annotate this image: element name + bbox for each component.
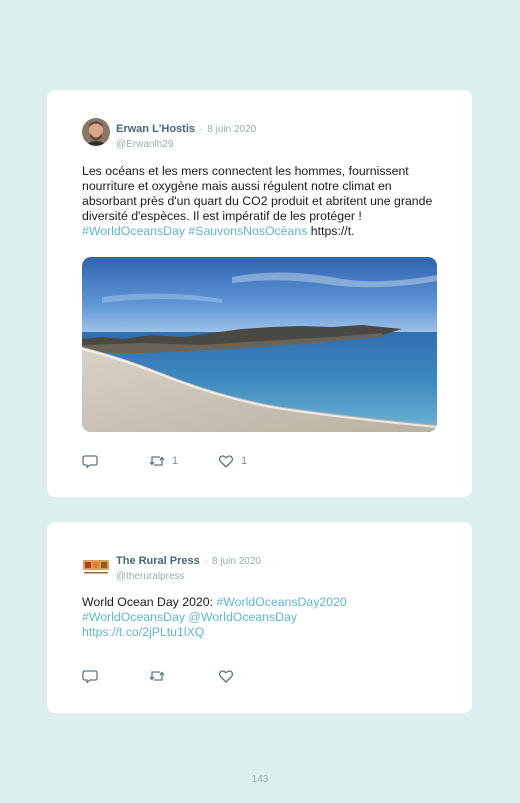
retweet-button[interactable] xyxy=(149,668,172,684)
tweet-text: Les océans et les mers connectent les ho… xyxy=(82,164,447,239)
heart-icon xyxy=(218,670,234,683)
tweet-date[interactable]: 8 juin 2020 xyxy=(212,556,261,567)
tweet-date[interactable]: 8 juin 2020 xyxy=(207,124,256,135)
like-button[interactable] xyxy=(218,668,241,684)
mention-link[interactable]: @WorldOceansDay xyxy=(188,610,297,624)
tweet-body: Les océans et les mers connectent les ho… xyxy=(82,164,433,223)
hashtag-link[interactable]: #SauvonsNosOcéans xyxy=(188,224,307,238)
reply-button[interactable] xyxy=(82,453,98,469)
reply-icon xyxy=(82,670,98,684)
retweet-icon xyxy=(149,456,165,466)
url-link[interactable]: https://t.co/2jPLtu1lXQ xyxy=(82,625,204,639)
rural-press-logo-icon xyxy=(82,552,110,580)
display-name[interactable]: Erwan L'Hostis xyxy=(116,123,195,135)
tweet-media-image[interactable] xyxy=(82,257,437,432)
retweet-button[interactable]: 1 xyxy=(149,453,178,469)
hashtag-link[interactable]: #WorldOceansDay xyxy=(82,224,185,238)
tweet-actions: 1 1 xyxy=(82,453,442,469)
page-number: 143 xyxy=(251,774,269,785)
heart-icon xyxy=(218,455,234,468)
tweet-card: The Rural Press · 8 juin 2020 @theruralp… xyxy=(47,522,472,713)
url-link[interactable]: https://t. xyxy=(311,224,355,238)
separator: · xyxy=(204,556,208,567)
like-count: 1 xyxy=(241,455,248,467)
separator: · xyxy=(199,124,203,135)
tweet-actions xyxy=(82,668,442,684)
hashtag-link[interactable]: #WorldOceansDay2020 xyxy=(216,595,346,609)
avatar[interactable] xyxy=(82,118,110,146)
reply-button[interactable] xyxy=(82,668,98,684)
retweet-icon xyxy=(149,671,165,681)
reply-icon xyxy=(82,455,98,469)
tweet-card: Erwan L'Hostis · 8 juin 2020 @Erwanlh29 … xyxy=(47,90,472,497)
user-handle[interactable]: @theruralpress xyxy=(116,571,261,582)
user-handle[interactable]: @Erwanlh29 xyxy=(116,139,256,150)
hashtag-link[interactable]: #WorldOceansDay xyxy=(82,610,185,624)
tweet-text: World Ocean Day 2020: #WorldOceansDay202… xyxy=(82,595,447,640)
retweet-count: 1 xyxy=(172,455,179,467)
avatar[interactable] xyxy=(82,552,110,580)
display-name[interactable]: The Rural Press xyxy=(116,555,200,567)
like-button[interactable]: 1 xyxy=(218,453,247,469)
tweet-body: World Ocean Day 2020: xyxy=(82,595,214,609)
